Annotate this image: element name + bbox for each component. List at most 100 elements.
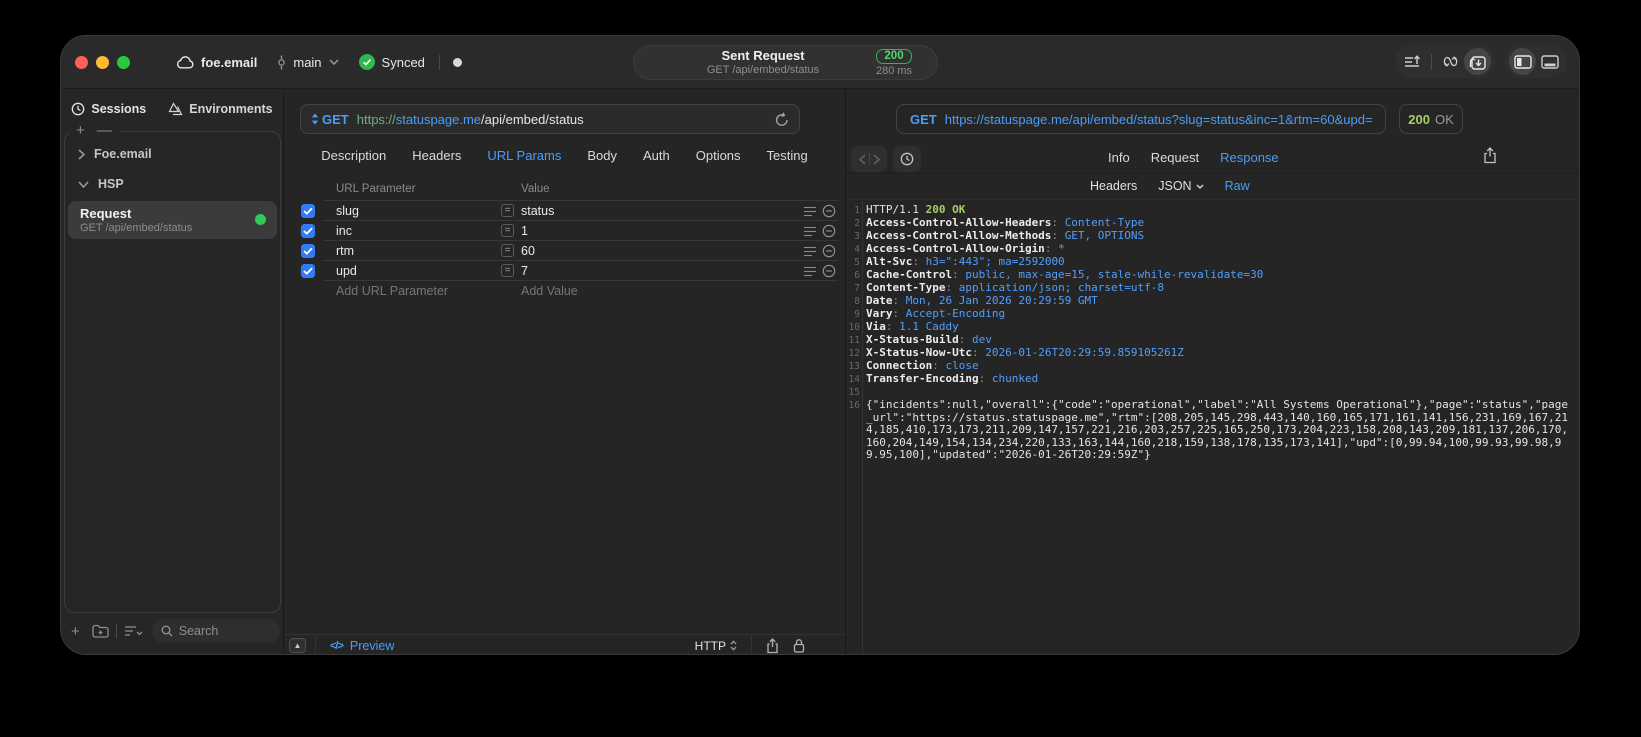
- sidebar: Sessions Environments + — Foe.email HSP …: [61, 89, 283, 654]
- lock-icon[interactable]: [793, 638, 805, 653]
- line-number: 6: [854, 270, 860, 281]
- remove-param-button[interactable]: [822, 264, 836, 278]
- chevron-right-icon: [78, 148, 85, 160]
- expand-editor-button[interactable]: ▲: [289, 638, 306, 653]
- param-name[interactable]: slug: [336, 204, 359, 218]
- remove-session-button[interactable]: —: [97, 122, 112, 139]
- tree-group-hsp[interactable]: HSP: [65, 174, 280, 194]
- request-tab-description[interactable]: Description: [321, 148, 386, 163]
- response-tab-info[interactable]: Info: [1108, 150, 1130, 165]
- method-selector[interactable]: GET: [322, 112, 349, 127]
- request-tab-testing[interactable]: Testing: [767, 148, 808, 163]
- share-icon[interactable]: [766, 637, 779, 654]
- request-footer: ▲ </> Preview HTTP: [284, 634, 845, 654]
- request-url-bar[interactable]: GET https://statuspage.me/api/embed/stat…: [300, 104, 800, 134]
- request-list-item-selected[interactable]: Request GET /api/embed/status: [68, 201, 277, 239]
- param-row-slug[interactable]: slug = status: [284, 201, 845, 221]
- line-text: Transfer-Encoding: chunked: [866, 372, 1039, 385]
- search-input[interactable]: Search: [151, 619, 280, 643]
- subtab-headers-label: Headers: [1090, 179, 1138, 193]
- sent-request-subtitle: GET /api/embed/status: [706, 63, 820, 76]
- response-line: 14 Transfer-Encoding: chunked: [846, 372, 1579, 386]
- drag-handle-icon[interactable]: [804, 226, 816, 237]
- app-window: foe.email main Synced Sent Request GET /…: [60, 35, 1580, 655]
- request-tab-url-params[interactable]: URL Params: [487, 148, 561, 163]
- response-body[interactable]: 1 HTTP/1.1 200 OK 2 Access-Control-Allow-He…: [846, 201, 1579, 654]
- response-url-box[interactable]: GET https://statuspage.me/api/embed/stat…: [896, 104, 1386, 134]
- add-param-name-placeholder[interactable]: Add URL Parameter: [336, 284, 448, 298]
- tree-group-foe-email[interactable]: Foe.email: [65, 144, 280, 164]
- resend-request-button[interactable]: [775, 112, 789, 127]
- response-status-text: OK: [1434, 111, 1454, 127]
- equals-icon: =: [501, 244, 514, 257]
- remove-param-button[interactable]: [822, 224, 836, 238]
- add-session-button[interactable]: +: [76, 122, 85, 139]
- param-row-upd[interactable]: upd = 7: [284, 261, 845, 281]
- param-value[interactable]: 7: [521, 264, 528, 278]
- param-enabled-checkbox[interactable]: [301, 244, 315, 258]
- request-tab-options[interactable]: Options: [696, 148, 741, 163]
- request-tab-auth[interactable]: Auth: [643, 148, 670, 163]
- request-tab-headers[interactable]: Headers: [412, 148, 461, 163]
- drag-handle-icon[interactable]: [804, 206, 816, 217]
- toggle-sidebar-button[interactable]: [1509, 48, 1536, 75]
- back-button[interactable]: [858, 153, 866, 165]
- param-value[interactable]: status: [521, 204, 554, 218]
- sent-request-pill[interactable]: Sent Request GET /api/embed/status 200 2…: [633, 45, 938, 80]
- param-enabled-checkbox[interactable]: [301, 224, 315, 238]
- chevron-down-icon: [329, 59, 339, 65]
- tab-environments[interactable]: Environments: [168, 102, 273, 116]
- export-response-button[interactable]: [1483, 147, 1497, 164]
- request-tab-body[interactable]: Body: [587, 148, 617, 163]
- subtab-json[interactable]: JSON: [1158, 179, 1204, 193]
- minimize-window-button[interactable]: [96, 55, 109, 69]
- param-name[interactable]: rtm: [336, 244, 354, 258]
- add-param-row[interactable]: Add URL Parameter Add Value: [284, 281, 845, 301]
- param-name[interactable]: inc: [336, 224, 352, 238]
- branch-menu[interactable]: main: [277, 55, 339, 70]
- param-enabled-checkbox[interactable]: [301, 204, 315, 218]
- layout-bottom-panel-icon: [1540, 54, 1559, 69]
- param-row-rtm[interactable]: rtm = 60: [284, 241, 845, 261]
- param-name[interactable]: upd: [336, 264, 357, 278]
- send-to-response-button[interactable]: [1464, 48, 1491, 75]
- zoom-window-button[interactable]: [117, 55, 130, 69]
- http-version-selector[interactable]: HTTP: [695, 639, 737, 653]
- send-all-button[interactable]: [1399, 48, 1426, 75]
- add-folder-icon[interactable]: [92, 624, 109, 638]
- remove-param-button[interactable]: [822, 204, 836, 218]
- link-requests-button[interactable]: [1437, 48, 1464, 75]
- param-row-inc[interactable]: inc = 1: [284, 221, 845, 241]
- forward-button[interactable]: [872, 153, 880, 165]
- response-tab-request[interactable]: Request: [1151, 150, 1199, 165]
- param-enabled-checkbox[interactable]: [301, 264, 315, 278]
- code-icon: </>: [330, 639, 344, 652]
- sessions-tree-panel: Foe.email HSP Request GET /api/embed/sta…: [64, 131, 281, 613]
- response-tab-response[interactable]: Response: [1220, 150, 1279, 165]
- response-history-button[interactable]: [893, 146, 921, 172]
- line-number: 1: [854, 205, 860, 216]
- project-menu[interactable]: foe.email: [176, 55, 257, 70]
- cloud-icon: [176, 55, 194, 69]
- request-item-title: Request: [80, 206, 132, 221]
- sort-list-button[interactable]: [124, 625, 144, 637]
- add-request-button[interactable]: +: [71, 623, 80, 640]
- subtab-raw[interactable]: Raw: [1225, 179, 1250, 193]
- subtab-headers[interactable]: Headers: [1090, 179, 1137, 193]
- add-param-value-placeholder[interactable]: Add Value: [521, 284, 578, 298]
- close-window-button[interactable]: [75, 55, 88, 69]
- param-value[interactable]: 60: [521, 244, 535, 258]
- drag-handle-icon[interactable]: [804, 246, 816, 257]
- tab-sessions[interactable]: Sessions: [71, 102, 146, 116]
- sync-status[interactable]: Synced: [358, 54, 425, 70]
- remove-param-button[interactable]: [822, 244, 836, 258]
- line-number: 3: [854, 231, 860, 242]
- param-value[interactable]: 1: [521, 224, 528, 238]
- sidebar-tabs: Sessions Environments: [61, 93, 283, 125]
- tab-environments-label: Environments: [189, 102, 273, 116]
- history-nav: [851, 146, 887, 172]
- toggle-bottom-panel-button[interactable]: [1536, 48, 1563, 75]
- preview-button[interactable]: </> Preview: [330, 639, 394, 653]
- drag-handle-icon[interactable]: [804, 266, 816, 277]
- line-text: {"incidents":null,"overall":{"code":"ope…: [866, 398, 1568, 461]
